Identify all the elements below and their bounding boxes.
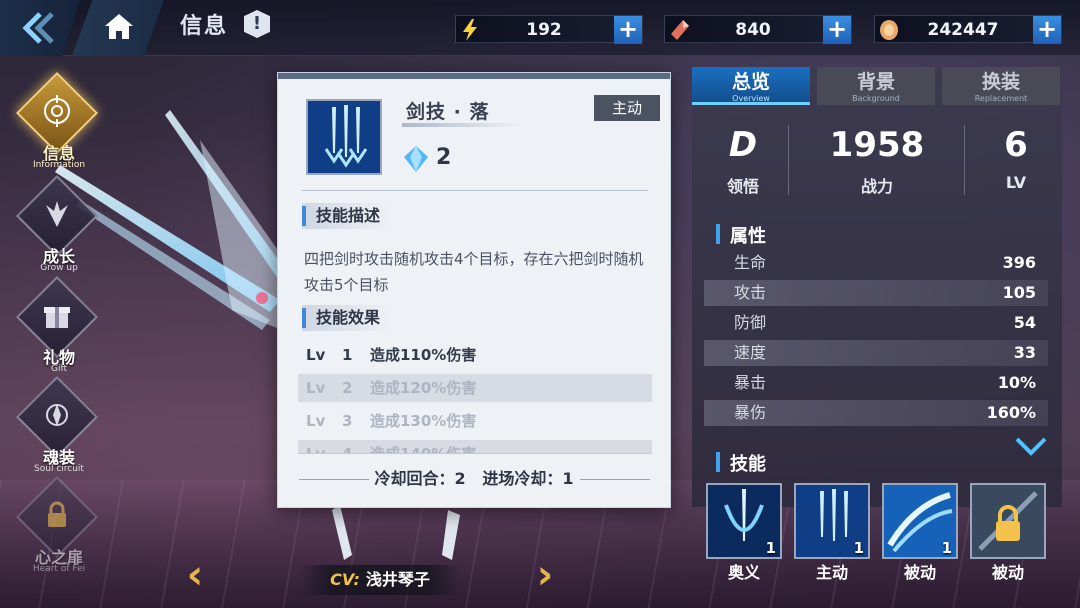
skill-type-tag: 主动 [594,95,660,121]
top-bar: 信息 ! 192 + 840 + 242447 + [0,0,1080,56]
currency-coin: 242447 + [874,15,1062,44]
attr-row-hp: 生命 396 [734,253,1036,272]
attr-row-speed: 速度 33 [704,340,1048,366]
lightning-icon [463,19,477,41]
back-arrow-icon [22,12,54,44]
nav-item-heart-of-fei[interactable]: 心之扉 Heart of Fei [15,475,100,578]
skill-caption: 被动 [903,563,936,582]
target-icon [44,95,70,127]
cooldown-info: 冷却回合：2 进场冷却：1 [278,465,670,489]
skill-name: 剑技 · 落 [406,101,490,123]
gift-icon [44,307,70,328]
skills-heading: 技能 [716,450,766,476]
nav-item-grow-up[interactable]: 成长 Grow up [15,174,100,277]
skill-caption: 被动 [991,563,1024,582]
nav-sublabel: Information [32,160,86,170]
soul-emblem-icon [46,404,68,426]
cv-tag: CV: [330,570,360,589]
level-stat: 6 LV [976,123,1056,209]
tab-overview[interactable]: 总览 Overview [692,67,810,105]
rank-caption: 领悟 [726,177,759,196]
crystal-value: 840 [735,20,771,40]
power-stat: 1958 战力 [802,123,952,209]
power-value: 1958 [829,125,925,165]
add-crystal-button[interactable]: + [823,16,851,44]
effect-row-lv1: Lv 1 造成110%伤害 [306,346,477,364]
skill-description-text: 四把剑时攻击随机攻击4个目标，存在六把剑时随机攻击5个目标 [304,250,644,294]
coin-value: 242447 [927,20,999,40]
energy-value: 192 [526,20,562,40]
home-button[interactable] [72,0,164,56]
nav-item-soul-circuit[interactable]: 魂装 Soul circuit [15,375,100,478]
skill-sword-rain-icon [306,99,382,175]
skill-detail-panel: 剑技 · 落 主动 2 技能描述 四把剑时攻击随机攻击4个目标，存在六把剑时随机… [277,72,671,508]
effect-row-lv3: Lv 3 造成130%伤害 [306,412,477,430]
nav-item-gift[interactable]: 礼物 Gift [15,275,100,378]
page-title: 信息 [180,14,229,39]
coin-icon [880,20,898,40]
skill-caption: 奥义 [727,563,760,582]
rank-stat: D 领悟 [702,123,784,209]
tab-background[interactable]: 背景 Background [817,67,935,105]
back-button[interactable] [0,0,80,56]
skill-caption: 主动 [815,563,848,582]
lock-icon [48,501,66,527]
wings-icon [46,201,68,227]
tab-replacement[interactable]: 换装 Replacement [942,67,1060,105]
add-coin-button[interactable]: + [1033,16,1061,44]
home-icon [105,14,133,39]
currency-energy: 192 + [455,15,643,44]
add-energy-button[interactable]: + [614,16,642,44]
info-help-button[interactable]: ! [244,10,270,38]
nav-sublabel: Heart of Fei [32,564,86,574]
effect-row-lv4: Lv 4 造成140%伤害 [298,440,652,454]
skill-slot-active[interactable]: 1 [794,483,870,559]
level-caption: LV [1005,173,1027,192]
crystal-shard-icon [671,20,689,40]
rank-value: D [728,125,758,165]
skill-description-heading: 技能描述 [302,203,391,229]
energy-crystal-icon [404,146,428,172]
attr-row-crit: 暴击 10% [734,373,1036,392]
skill-effect-heading: 技能效果 [302,305,391,331]
cv-name: 浅井琴子 [365,570,430,589]
skill-slot-passive-1[interactable]: 1 [882,483,958,559]
next-character-button[interactable]: › [530,555,560,597]
attributes-heading: 属性 [716,222,766,248]
prev-character-button[interactable]: ‹ [180,555,210,597]
skill-slot-ultimate[interactable]: 1 [706,483,782,559]
attr-row-attack: 攻击 105 [704,280,1048,306]
nav-item-information[interactable]: 信息 Information [15,71,100,174]
entry-cooldown: 进场冷却：1 [482,469,574,488]
nav-sublabel: Gift [50,364,67,374]
currency-crystal: 840 + [664,15,852,44]
effect-row-lv2: Lv 2 造成120%伤害 [298,374,652,402]
skill-slot-passive-2-locked[interactable] [970,483,1046,559]
nav-sublabel: Grow up [40,263,78,273]
cooldown-turns: 冷却回合：2 [374,469,466,488]
level-value: 6 [1004,125,1028,165]
skill-cost-value: 2 [436,145,452,170]
attr-row-defense: 防御 54 [734,313,1036,332]
attr-row-crit-damage: 暴伤 160% [704,400,1048,426]
power-caption: 战力 [860,177,893,196]
expand-chevron-down-icon[interactable] [1014,435,1048,457]
nav-sublabel: Soul circuit [34,464,84,474]
character-overview-panel: 总览 Overview 背景 Background 换装 Replacement… [692,67,1062,582]
voice-actor-plate: CV: 浅井琴子 [300,565,460,595]
